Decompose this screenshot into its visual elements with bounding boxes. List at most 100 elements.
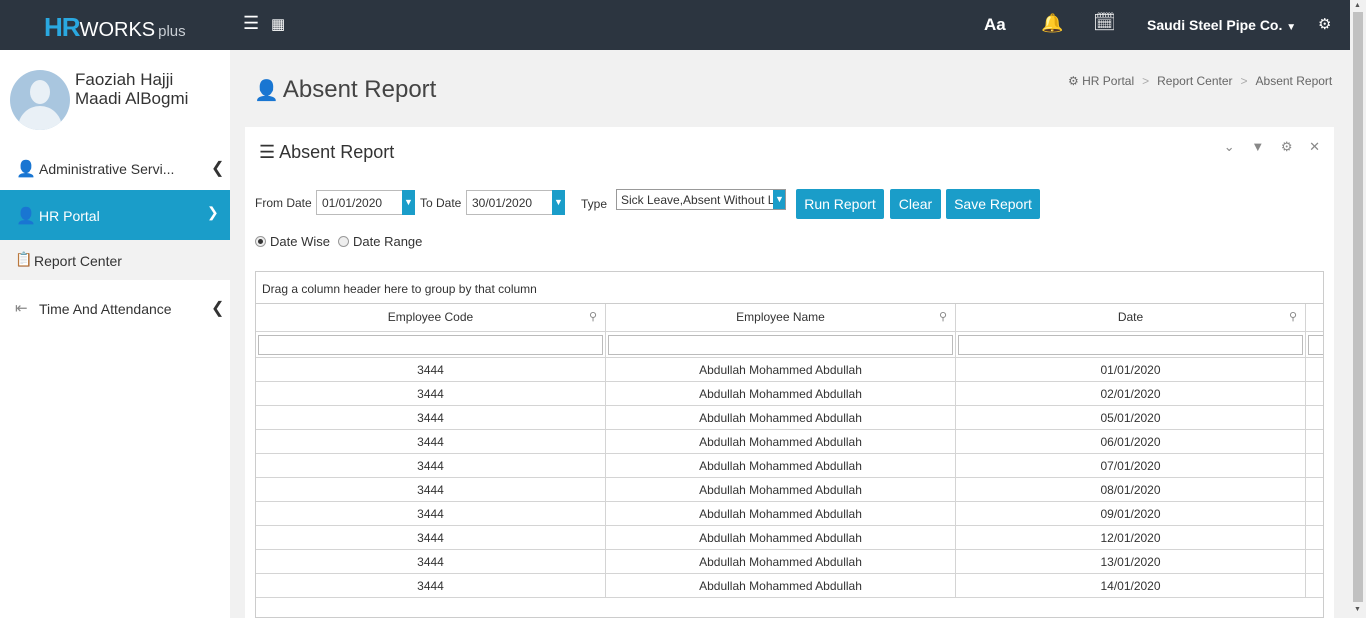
vertical-scrollbar[interactable]: ▲ ▼	[1350, 0, 1366, 618]
sidebar: Faoziah Hajji Maadi AlBogmi 👤 Administra…	[0, 50, 230, 618]
group-panel[interactable]: Drag a column header here to group by th…	[256, 272, 1323, 304]
table-row[interactable]: 3444 Abdullah Mohammed Abdullah 09/01/2020	[256, 502, 1323, 526]
table-row[interactable]: 3444 Abdullah Mohammed Abdullah 08/01/2020	[256, 478, 1323, 502]
table-cell: 05/01/2020	[956, 406, 1306, 429]
clear-button[interactable]: Clear	[890, 189, 941, 219]
sidebar-item-hr-portal[interactable]: 👤 HR Portal ❯	[0, 190, 230, 240]
table-row[interactable]: 3444 Abdullah Mohammed Abdullah 12/01/2020	[256, 526, 1323, 550]
pin-icon[interactable]: ⚲	[1289, 304, 1297, 331]
table-cell	[1306, 382, 1323, 405]
chevron-down-icon: ❯	[207, 204, 219, 220]
app-logo[interactable]: HRWORKS plus	[44, 12, 186, 43]
table-row[interactable]: 3444 Abdullah Mohammed Abdullah 02/01/2020	[256, 382, 1323, 406]
table-cell: 09/01/2020	[956, 502, 1306, 525]
column-header-employee-name[interactable]: Employee Name ⚲	[606, 304, 956, 331]
save-report-button[interactable]: Save Report	[946, 189, 1040, 219]
table-cell: 3444	[256, 454, 606, 477]
filter-employee-code[interactable]	[258, 335, 603, 355]
table-cell: 13/01/2020	[956, 550, 1306, 573]
table-row[interactable]: 3444 Abdullah Mohammed Abdullah 07/01/2020	[256, 454, 1323, 478]
avatar	[10, 70, 70, 130]
user-name: Faoziah Hajji Maadi AlBogmi	[75, 70, 189, 108]
table-row[interactable]: 3444 Abdullah Mohammed Abdullah 05/01/2020	[256, 406, 1323, 430]
table-cell: 3444	[256, 478, 606, 501]
table-row[interactable]: 3444 Abdullah Mohammed Abdullah 06/01/2020	[256, 430, 1323, 454]
breadcrumb-absent-report: Absent Report	[1255, 74, 1333, 88]
calendar-check-icon[interactable]: 🗓	[1093, 12, 1116, 33]
sidebar-item-report-center[interactable]: 📋 Report Center	[0, 240, 230, 280]
table-cell	[1306, 478, 1323, 501]
grid-icon[interactable]: ▦	[271, 15, 285, 33]
panel-title: ☰ Absent Report	[259, 142, 395, 162]
table-row[interactable]: 3444 Abdullah Mohammed Abdullah 01/01/2020	[256, 358, 1323, 382]
table-cell	[1306, 430, 1323, 453]
table-cell: 3444	[256, 574, 606, 597]
from-date-input[interactable]: 01/01/2020 ▼	[316, 190, 415, 215]
radio-date-range[interactable]: Date Range	[338, 234, 422, 249]
table-cell: 3444	[256, 382, 606, 405]
font-size-icon[interactable]: Aa	[984, 15, 1006, 35]
sidebar-item-time-and-attendance[interactable]: ⇤ Time And Attendance ❮	[0, 283, 230, 333]
caret-down-icon[interactable]: ▼	[773, 190, 785, 209]
caret-down-icon[interactable]: ▼	[552, 190, 565, 215]
grid-header-row: Employee Code ⚲ Employee Name ⚲ Date ⚲	[256, 304, 1323, 332]
to-date-input[interactable]: 30/01/2020 ▼	[466, 190, 565, 215]
table-cell: 12/01/2020	[956, 526, 1306, 549]
table-cell: 3444	[256, 502, 606, 525]
table-cell: 3444	[256, 550, 606, 573]
table-cell: 3444	[256, 406, 606, 429]
breadcrumb-hr-portal[interactable]: HR Portal	[1082, 74, 1134, 88]
collapse-icon[interactable]: ⌄	[1224, 139, 1235, 154]
table-cell	[1306, 574, 1323, 597]
filter-date[interactable]	[958, 335, 1303, 355]
radio-checked-icon	[255, 236, 266, 247]
cogs-icon[interactable]: ⚙	[1318, 15, 1331, 33]
scroll-up-icon[interactable]: ▲	[1354, 2, 1361, 9]
menu-icon[interactable]: ☰	[243, 13, 259, 34]
top-bar: HRWORKS plus ☰ ▦ Aa 🔔 🗓 Saudi Steel Pipe …	[0, 0, 1350, 50]
bell-icon[interactable]: 🔔	[1041, 13, 1063, 34]
filter-employee-name[interactable]	[608, 335, 953, 355]
dashboard-icon: ⚙	[1068, 74, 1079, 88]
table-cell: 3444	[256, 526, 606, 549]
pin-icon[interactable]: ⚲	[589, 304, 597, 331]
data-grid: Drag a column header here to group by th…	[255, 271, 1324, 618]
report-icon: 📋	[15, 251, 33, 267]
company-dropdown[interactable]: Saudi Steel Pipe Co. ▼	[1147, 17, 1296, 33]
page-title: 👤 Absent Report	[254, 76, 437, 103]
type-select[interactable]: Sick Leave,Absent Without L ▼	[616, 189, 786, 210]
filter-icon[interactable]: ▼	[1251, 139, 1264, 154]
to-date-label: To Date	[420, 196, 462, 210]
table-cell: Abdullah Mohammed Abdullah	[606, 382, 956, 405]
run-report-button[interactable]: Run Report	[796, 189, 884, 219]
table-row[interactable]: 3444 Abdullah Mohammed Abdullah 14/01/2020	[256, 574, 1323, 598]
scroll-thumb[interactable]	[1353, 12, 1363, 602]
chevron-left-icon: ❮	[211, 160, 225, 177]
table-cell	[1306, 550, 1323, 573]
settings-icon[interactable]: ⚙	[1281, 139, 1293, 154]
breadcrumb-report-center[interactable]: Report Center	[1157, 74, 1232, 88]
table-cell: 07/01/2020	[956, 454, 1306, 477]
scroll-down-icon[interactable]: ▼	[1354, 606, 1361, 613]
table-cell: Abdullah Mohammed Abdullah	[606, 430, 956, 453]
table-cell: 02/01/2020	[956, 382, 1306, 405]
table-cell	[1306, 502, 1323, 525]
column-header-employee-code[interactable]: Employee Code ⚲	[256, 304, 606, 331]
table-cell: Abdullah Mohammed Abdullah	[606, 478, 956, 501]
close-icon[interactable]: ✕	[1309, 139, 1320, 154]
radio-date-wise[interactable]: Date Wise	[255, 234, 330, 249]
sidebar-item-administrative-services[interactable]: 👤 Administrative Servi... ❮	[0, 143, 230, 193]
filter-extra[interactable]	[1308, 335, 1323, 355]
table-cell: Abdullah Mohammed Abdullah	[606, 454, 956, 477]
grid-filter-row	[256, 332, 1323, 358]
breadcrumb: ⚙ HR Portal > Report Center > Absent Report	[1068, 74, 1333, 88]
table-row[interactable]: 3444 Abdullah Mohammed Abdullah 13/01/2020	[256, 550, 1323, 574]
caret-down-icon[interactable]: ▼	[402, 190, 415, 215]
column-header-date[interactable]: Date ⚲	[956, 304, 1306, 331]
from-date-label: From Date	[255, 196, 312, 210]
table-cell: 14/01/2020	[956, 574, 1306, 597]
pin-icon[interactable]: ⚲	[939, 304, 947, 331]
panel-tools: ⌄ ▼ ⚙ ✕	[1211, 139, 1320, 155]
sign-in-icon: ⇤	[15, 300, 28, 317]
table-cell: 3444	[256, 358, 606, 381]
